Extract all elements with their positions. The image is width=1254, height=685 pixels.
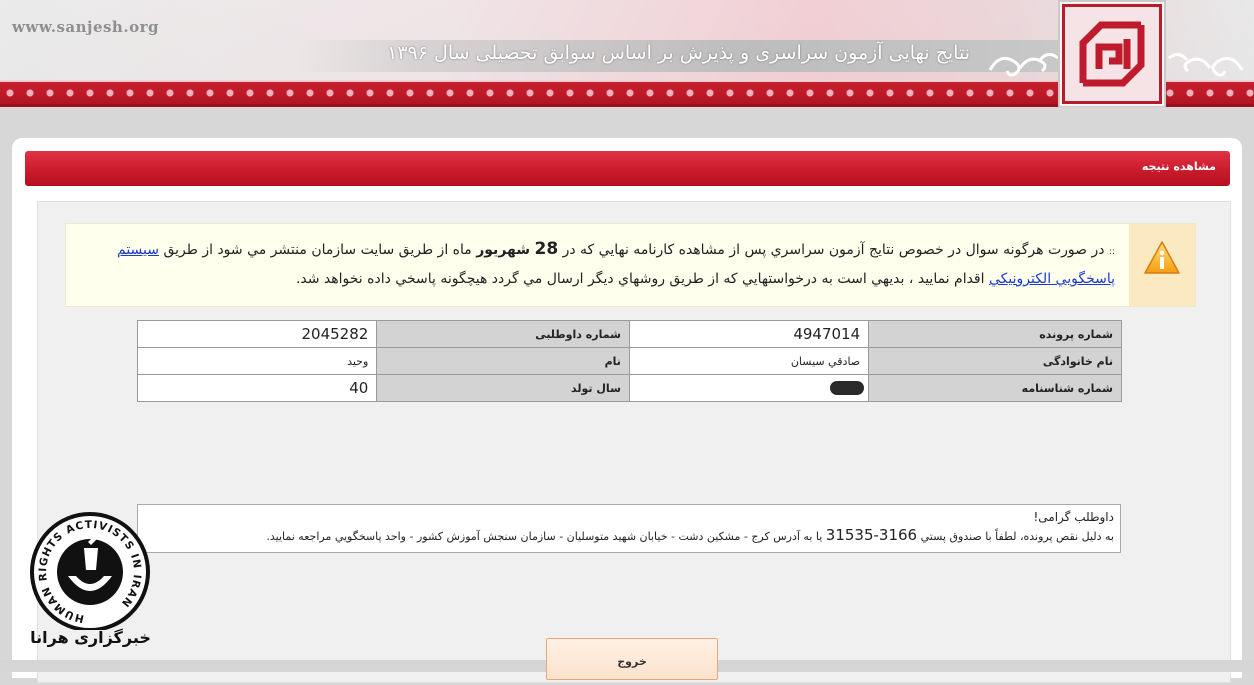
family-name-value: صادقي سيسان (628, 347, 870, 375)
hrana-logo-icon: HUMAN RIGHTS ACTIVISTS IN IRAN (30, 512, 150, 632)
message-box: داوطلب گرامی! به دليل نقص پرونده، لطفاً … (137, 504, 1121, 553)
first-name-label: نام (376, 347, 630, 375)
notice-date-month: شهريور (476, 242, 531, 258)
notice-text-part1: در صورت هرگونه سوال در خصوص نتايج آزمون … (562, 242, 1105, 258)
file-number-label: شماره پرونده (868, 320, 1122, 348)
table-row: شماره پرونده 4947014 شماره داوطلبی 20452… (136, 320, 1122, 348)
redacted-mark (830, 381, 865, 395)
ornament-swirl-icon (988, 53, 1059, 77)
ornament-swirl-icon (1168, 53, 1244, 77)
message-body-before-code: به دليل نقص پرونده، لطفاً با صندوق پستي (920, 530, 1114, 543)
notice-icon-cell (1129, 224, 1195, 306)
panel-title-bar: مشاهده نتيجه (25, 151, 1230, 186)
main-panel: مشاهده نتيجه :: در صورت هرگونه سوال در خ… (12, 138, 1242, 683)
family-name-label: نام خانوادگی (868, 347, 1122, 375)
file-number-value: 4947014 (628, 320, 870, 348)
candidate-number-value: 2045282 (136, 320, 378, 348)
message-body-after-code: يا به آدرس کرج - مشکين دشت - خيابان شهيد… (266, 530, 823, 543)
message-greeting: داوطلب گرامی! (1033, 510, 1114, 524)
notice-bullet: :: (1108, 247, 1115, 257)
site-url[interactable]: www.sanjesh.org (12, 18, 159, 36)
notice-text: :: در صورت هرگونه سوال در خصوص نتايج آزم… (115, 236, 1115, 293)
site-header: www.sanjesh.org نتایج نهایی آزمون سراسری… (0, 0, 1254, 107)
first-name-value: وحيد (136, 347, 378, 375)
table-row: شماره شناسنامه سال تولد 40 (136, 374, 1122, 402)
message-body: به دليل نقص پرونده، لطفاً با صندوق پستي … (138, 526, 1120, 546)
page-title: نتایج نهایی آزمون سراسری و پذیرش بر اساس… (387, 42, 970, 64)
postal-code: 31535-3166 (825, 526, 918, 544)
panel-title: مشاهده نتيجه (1141, 160, 1216, 173)
candidate-info-table: شماره پرونده 4947014 شماره داوطلبی 20452… (136, 320, 1122, 402)
watermark-caption: خبرگزاری هرانا (30, 628, 151, 647)
content-area: :: در صورت هرگونه سوال در خصوص نتايج آزم… (37, 201, 1231, 683)
table-row: نام خانوادگی صادقي سيسان نام وحيد (136, 347, 1122, 375)
notice-text-part2: ماه از طريق سايت سازمان منتشر مي شود از … (163, 242, 472, 258)
notice-date-number: 28 (534, 239, 559, 259)
birth-year-label: سال تولد (376, 374, 630, 402)
id-number-label: شماره شناسنامه (868, 374, 1122, 402)
logo-emblem-icon (1071, 13, 1153, 95)
id-number-value (628, 374, 870, 402)
candidate-number-label: شماره داوطلبی (376, 320, 630, 348)
birth-year-value: 40 (136, 374, 378, 402)
notice-text-part3: اقدام نماييد ، بديهي است به درخواستهايي … (295, 271, 985, 287)
hrana-watermark: HUMAN RIGHTS ACTIVISTS IN IRAN خبرگزاری … (28, 512, 153, 652)
warning-icon (1144, 241, 1180, 274)
sanjesh-logo (1062, 4, 1162, 104)
notice-box: :: در صورت هرگونه سوال در خصوص نتايج آزم… (65, 223, 1196, 307)
exit-button[interactable]: خروج (546, 638, 718, 680)
